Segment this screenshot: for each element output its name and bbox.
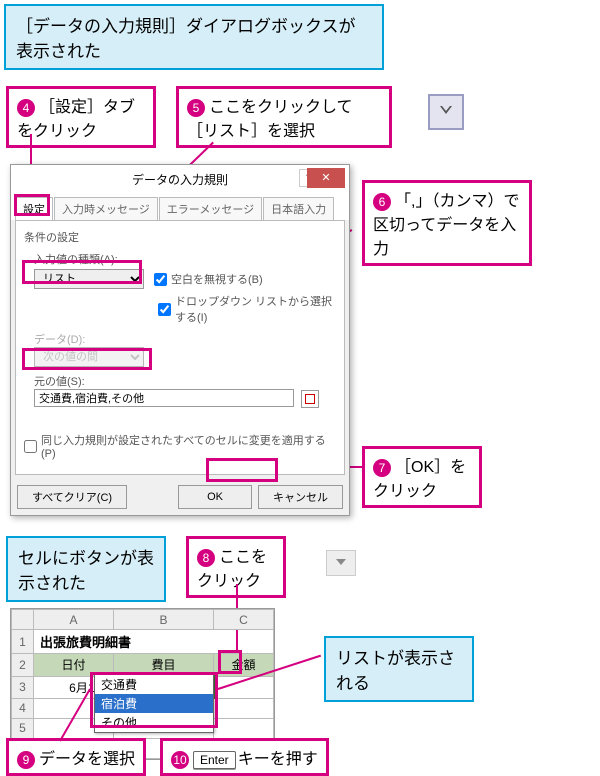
callout-10: 10Enter キーを押す — [160, 738, 329, 776]
clear-all-button[interactable]: すべてクリア(C) — [17, 485, 127, 509]
callout-9: 9データを選択 — [6, 738, 146, 776]
highlight-dropdown-list — [90, 672, 218, 728]
callout-5-text: ここをクリックして［リスト］を選択 — [187, 99, 353, 140]
dropdown-icon — [335, 556, 347, 571]
apply-same-checkbox[interactable]: 同じ入力規則が設定されたすべてのセルに変更を適用する(P) — [24, 432, 336, 460]
dialog-title: データの入力規則 — [132, 171, 228, 188]
ok-button[interactable]: OK — [178, 485, 252, 509]
range-picker-button[interactable] — [301, 390, 319, 408]
step-badge-6: 6 — [373, 193, 391, 211]
source-input[interactable] — [34, 389, 294, 407]
info-dialog-shown: ［データの入力規則］ダイアログボックスが表示された — [4, 4, 384, 70]
col-header-b[interactable]: B — [114, 610, 214, 630]
row-header-4[interactable]: 4 — [12, 698, 34, 718]
callout-9-text: データを選択 — [39, 751, 135, 768]
callout-4: 4［設定］タブをクリック — [6, 86, 156, 148]
tab-ime[interactable]: 日本語入力 — [263, 197, 334, 220]
callout-5: 5ここをクリックして［リスト］を選択 — [176, 86, 392, 148]
row-header-2[interactable]: 2 — [12, 654, 34, 677]
highlight-allow-select — [22, 260, 142, 284]
step-badge-10: 10 — [171, 751, 189, 769]
dialog-titlebar: データの入力規則 ? ✕ — [11, 165, 349, 193]
corner-cell[interactable] — [12, 610, 34, 630]
cancel-button[interactable]: キャンセル — [258, 485, 343, 509]
data-label: データ(D): — [34, 331, 336, 347]
dialog-close-button[interactable]: ✕ — [307, 168, 345, 188]
source-label: 元の値(S): — [34, 373, 336, 389]
row-header-5[interactable]: 5 — [12, 718, 34, 738]
row-header-1[interactable]: 1 — [12, 630, 34, 654]
nav-down-button[interactable] — [428, 94, 464, 130]
step-badge-4: 4 — [17, 99, 35, 117]
callout-10-text: キーを押す — [190, 751, 318, 768]
step-badge-5: 5 — [187, 99, 205, 117]
ignore-blank-checkbox[interactable]: 空白を無視する(B) — [154, 271, 263, 287]
callout-6-text: 「,」（カンマ）で区切ってデータを入力 — [373, 193, 519, 258]
col-header-c[interactable]: C — [214, 610, 274, 630]
row-header-3[interactable]: 3 — [12, 676, 34, 698]
step-badge-7: 7 — [373, 459, 391, 477]
incell-dropdown-checkbox[interactable]: ドロップダウン リストから選択する(I) — [158, 293, 336, 325]
criteria-section-label: 条件の設定 — [24, 229, 336, 245]
callout-7: 7［OK］をクリック — [362, 446, 482, 508]
dialog-tabs: 設定 入力時メッセージ エラーメッセージ 日本語入力 — [11, 193, 349, 220]
tab-error-alert[interactable]: エラーメッセージ — [159, 197, 262, 220]
callout-6: 6「,」（カンマ）で区切ってデータを入力 — [362, 180, 532, 266]
highlight-tab-settings — [14, 194, 50, 216]
cell-dropdown-preview — [326, 550, 356, 576]
tab-input-message[interactable]: 入力時メッセージ — [54, 197, 158, 220]
info-cell-button: セルにボタンが表示された — [6, 536, 166, 602]
info-list-shown: リストが表示される — [324, 636, 474, 702]
step-badge-9: 9 — [17, 751, 35, 769]
highlight-source-input — [22, 348, 152, 370]
dialog-footer: すべてクリア(C) OK キャンセル — [11, 479, 349, 515]
highlight-dropdown-btn — [218, 650, 242, 674]
highlight-ok-button — [206, 458, 278, 482]
step-badge-8: 8 — [197, 549, 215, 567]
col-header-a[interactable]: A — [34, 610, 114, 630]
data-validation-dialog: データの入力規則 ? ✕ 設定 入力時メッセージ エラーメッセージ 日本語入力 … — [10, 164, 350, 516]
chevron-down-icon — [438, 102, 454, 123]
